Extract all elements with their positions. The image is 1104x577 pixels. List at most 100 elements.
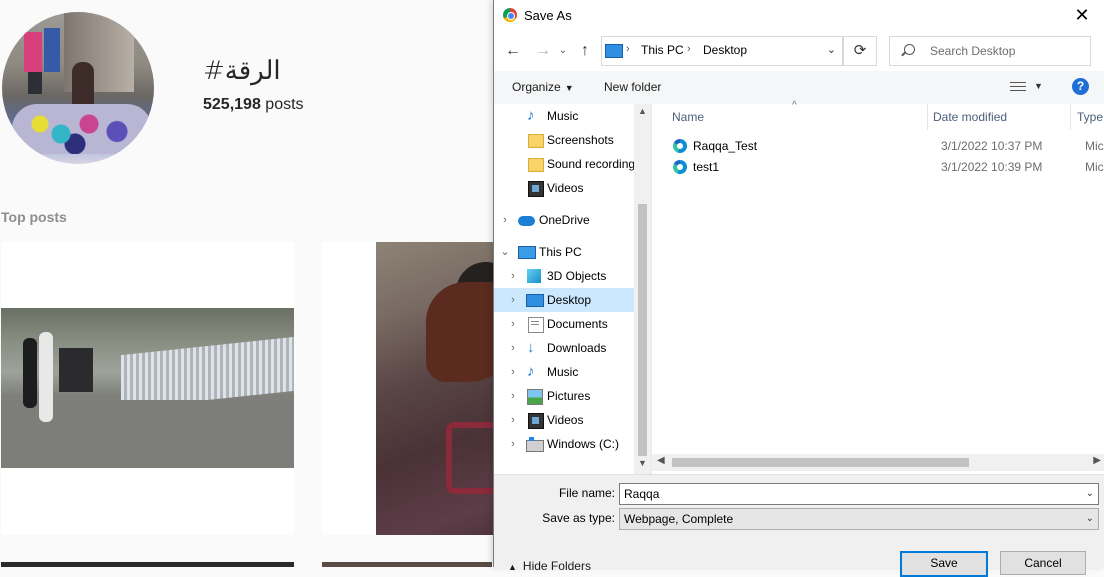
scroll-left-icon[interactable]: ◀ <box>657 455 665 466</box>
sidebar-item-windows-c[interactable]: › Windows (C:) <box>494 432 634 456</box>
sidebar-item-label: Documents <box>547 317 608 331</box>
scrollbar-thumb[interactable] <box>638 204 647 456</box>
sidebar-item-videos-2[interactable]: › Videos <box>494 408 634 432</box>
hashtag-avatar[interactable] <box>2 12 154 164</box>
post-row-2-thumb-2[interactable] <box>322 562 492 567</box>
breadcrumb-separator-icon[interactable]: › <box>687 43 691 55</box>
close-button[interactable]: ✕ <box>1059 0 1104 31</box>
sidebar-item-sound-recording[interactable]: Sound recording <box>494 152 634 176</box>
caret-down-icon: ▼ <box>564 83 574 93</box>
file-list: Name ^ Date modified Type Raqqa_Test 3/1… <box>651 100 1104 474</box>
caret-down-icon[interactable]: ▼ <box>1034 81 1043 91</box>
help-icon[interactable]: ? <box>1072 78 1089 95</box>
file-date: 3/1/2022 10:37 PM <box>941 139 1043 153</box>
file-type: Micro <box>1085 139 1104 153</box>
column-header-date-modified[interactable]: Date modified <box>933 104 1007 130</box>
back-button[interactable]: ← <box>502 40 524 62</box>
edge-file-icon <box>673 160 687 174</box>
breadcrumb-desktop[interactable]: Desktop <box>703 43 747 57</box>
chevron-down-icon[interactable]: ⌄ <box>1086 484 1094 504</box>
chevron-down-icon[interactable]: ⌄ <box>1086 509 1094 529</box>
scrollbar-thumb[interactable] <box>672 458 969 467</box>
pictures-icon <box>527 389 543 405</box>
sidebar-item-pictures[interactable]: › Pictures <box>494 384 634 408</box>
save-as-type-value: Webpage, Complete <box>624 512 734 526</box>
sidebar-item-music-2[interactable]: › ♪ Music <box>494 360 634 384</box>
chevron-right-icon[interactable]: › <box>508 360 518 384</box>
sidebar-item-label: Music <box>547 365 579 379</box>
sidebar-item-label: Videos <box>547 413 584 427</box>
post-image-street <box>1 308 294 468</box>
desktop-icon <box>526 294 544 307</box>
file-name-label: File name: <box>558 486 615 500</box>
hide-folders-toggle[interactable]: ▲ Hide Folders <box>508 559 591 573</box>
videos-icon <box>528 181 544 197</box>
recent-locations-button[interactable]: ⌄ <box>557 40 569 62</box>
cancel-button[interactable]: Cancel <box>1000 551 1086 575</box>
music-icon: ♪ <box>527 107 535 124</box>
chevron-right-icon[interactable]: › <box>508 336 518 360</box>
file-type: Micro <box>1085 160 1104 174</box>
posts-count-suffix: posts <box>265 96 304 113</box>
file-list-horizontal-scrollbar[interactable]: ◀ ▶ <box>652 454 1104 471</box>
file-name: Raqqa_Test <box>693 139 758 153</box>
search-input[interactable]: Search Desktop <box>889 36 1091 66</box>
sidebar-item-videos[interactable]: Videos <box>494 176 634 200</box>
edge-file-icon <box>673 139 687 153</box>
refresh-button[interactable]: ⟳ <box>843 36 877 66</box>
sidebar-item-downloads[interactable]: › ↓ Downloads <box>494 336 634 360</box>
scroll-right-icon[interactable]: ▶ <box>1093 455 1101 466</box>
column-divider[interactable] <box>1070 104 1071 130</box>
new-folder-button[interactable]: New folder <box>604 80 661 94</box>
sidebar-item-music[interactable]: ♪ Music <box>494 104 634 128</box>
chevron-down-icon[interactable]: ⌄ <box>827 43 836 56</box>
column-divider[interactable] <box>927 104 928 130</box>
column-header-type[interactable]: Type <box>1077 104 1103 130</box>
chevron-right-icon[interactable]: › <box>508 408 518 432</box>
breadcrumb-this-pc[interactable]: This PC <box>641 43 684 57</box>
scroll-up-icon[interactable]: ▲ <box>638 106 647 116</box>
folder-icon <box>528 158 544 172</box>
file-name: test1 <box>693 160 720 174</box>
navigation-pane-scrollbar[interactable]: ▲ ▼ <box>634 104 651 474</box>
file-name-field[interactable]: Raqqa ⌄ <box>619 483 1099 505</box>
save-as-type-label: Save as type: <box>542 511 615 525</box>
chevron-right-icon[interactable]: › <box>508 432 518 456</box>
sidebar-item-label: Windows (C:) <box>547 437 620 451</box>
file-row[interactable]: test1 3/1/2022 10:39 PM Micro <box>666 157 1104 177</box>
chevron-down-icon[interactable]: ⌄ <box>500 240 510 264</box>
organize-label: Organize <box>512 80 561 94</box>
view-options-icon[interactable] <box>1010 82 1026 93</box>
chevron-right-icon[interactable]: › <box>508 384 518 408</box>
post-row-2-thumb-1[interactable] <box>1 562 294 567</box>
top-post-1[interactable] <box>1 242 294 535</box>
hide-folders-label: Hide Folders <box>522 559 591 573</box>
up-button[interactable]: ↑ <box>574 40 596 62</box>
sidebar-item-screenshots[interactable]: Screenshots <box>494 128 634 152</box>
chevron-right-icon[interactable]: › <box>508 288 518 312</box>
address-bar[interactable]: › This PC › Desktop ⌄ <box>601 36 843 66</box>
search-placeholder: Search Desktop <box>930 44 1016 58</box>
sidebar-item-documents[interactable]: › Documents <box>494 312 634 336</box>
caret-up-icon: ▲ <box>508 562 517 572</box>
sort-ascending-icon: ^ <box>792 100 797 111</box>
save-as-type-select[interactable]: Webpage, Complete ⌄ <box>619 508 1099 530</box>
chevron-right-icon[interactable]: › <box>508 312 518 336</box>
dialog-titlebar[interactable]: Save As ✕ <box>494 0 1104 31</box>
column-header-name[interactable]: Name <box>672 104 704 130</box>
sidebar-item-onedrive[interactable]: › OneDrive <box>494 208 634 232</box>
organize-button[interactable]: Organize ▼ <box>512 80 574 94</box>
posts-count: 525,198 posts <box>203 96 304 114</box>
sidebar-item-label: 3D Objects <box>547 269 607 283</box>
chevron-right-icon[interactable]: › <box>508 264 518 288</box>
save-button[interactable]: Save <box>900 551 988 577</box>
sidebar-item-desktop[interactable]: › Desktop <box>494 288 634 312</box>
file-row[interactable]: Raqqa_Test 3/1/2022 10:37 PM Micro <box>666 136 1104 156</box>
sidebar-item-this-pc[interactable]: ⌄ This PC <box>494 240 634 264</box>
chevron-right-icon[interactable]: › <box>500 208 510 232</box>
sidebar-item-3d-objects[interactable]: › 3D Objects <box>494 264 634 288</box>
forward-button[interactable]: → <box>532 40 554 62</box>
sidebar-item-label: Music <box>547 109 579 123</box>
breadcrumb-separator-icon[interactable]: › <box>626 43 630 55</box>
scroll-down-icon[interactable]: ▼ <box>638 458 647 468</box>
